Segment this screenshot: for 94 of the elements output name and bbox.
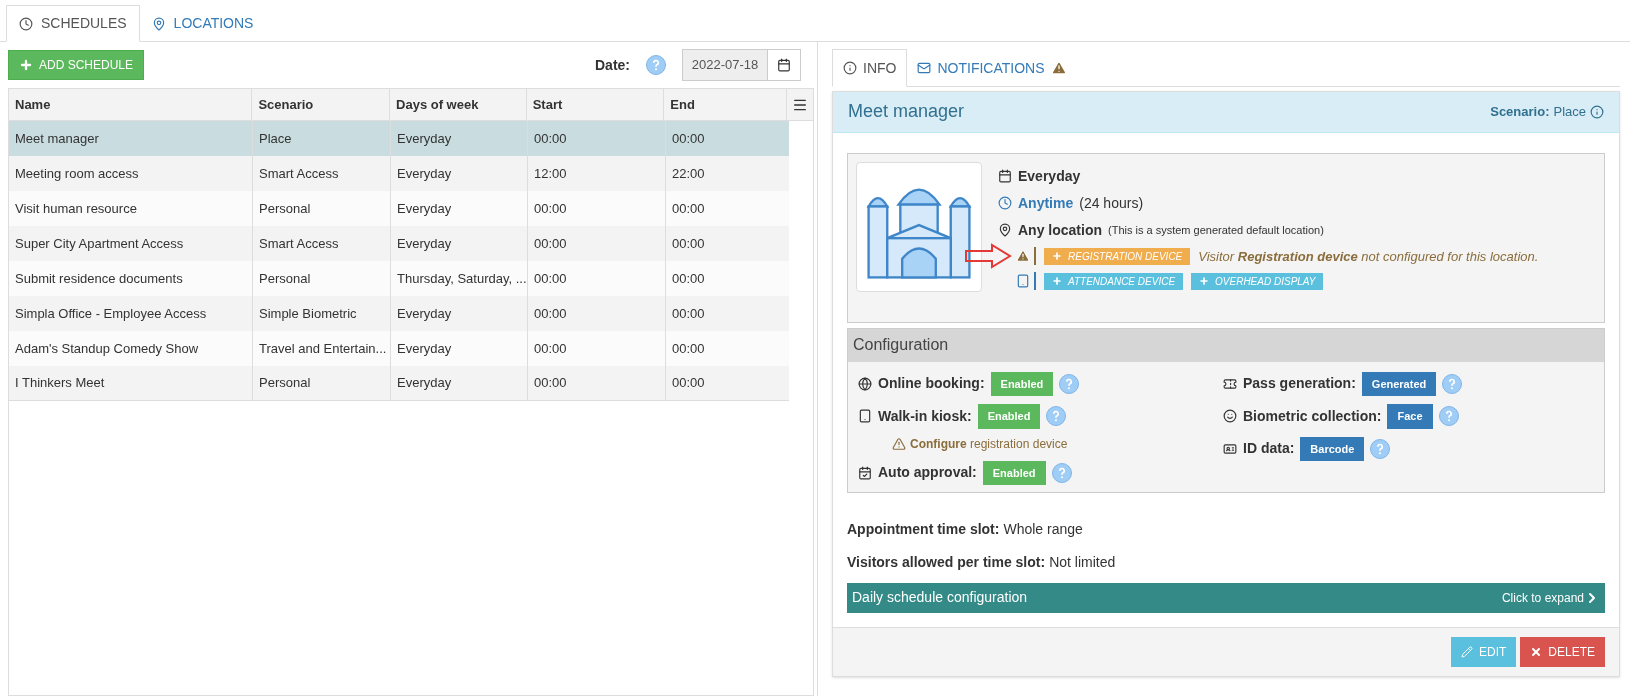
status-badge: Enabled [982,460,1046,485]
calendar-check-icon [858,465,872,480]
smiley-icon [1223,409,1237,424]
table-cell-text: 00:00 [671,199,706,218]
envelope-icon [917,61,932,75]
clock-icon [19,16,33,31]
tab[interactable]: LOCATIONS [139,5,266,42]
table-row[interactable]: Meeting room access Smart Access Everyday 12:00 22:00 [9,156,789,191]
config-label: Online booking: [878,374,985,394]
table-cell-text: 00:00 [671,304,706,323]
column-header[interactable]: End [664,89,788,120]
help-icon[interactable] [1438,406,1459,427]
tablet-icon [1016,274,1030,288]
config-label: Biometric collection: [1243,406,1382,426]
table-cell: Everyday [391,366,528,400]
scenario-value: Place [1553,103,1586,121]
id-card-icon [1223,441,1237,456]
section-title: Configuration [853,335,949,355]
calendar-button[interactable] [768,49,801,81]
tablet-icon [858,409,872,424]
table-cell-text: 00:00 [671,374,706,393]
location-text: Any location [1018,220,1102,240]
help-icon[interactable] [1046,406,1067,427]
warning-icon [1016,249,1030,264]
plus-icon [1052,276,1062,286]
table-row[interactable]: I Thinkers Meet Personal Everyday 00:00 00:00 [9,366,789,401]
calendar-icon [998,169,1012,183]
table-row[interactable]: Meet manager Place Everyday 00:00 00:00 [9,121,789,156]
expand-bar[interactable]: Daily schedule configuration Click to expand [847,582,1605,613]
ticket-icon [1223,376,1237,391]
table-cell: I Thinkers Meet [9,366,253,400]
config-label: Walk-in kiosk: [878,406,972,426]
clock-icon [998,196,1012,210]
pencil-icon [1460,645,1473,658]
field-label: Appointment time slot: [847,519,1000,539]
info-icon [843,61,857,75]
table-cell-text: 00:00 [671,129,706,148]
plus-icon [1052,251,1062,262]
status-badge: Barcode [1300,436,1365,461]
table-row[interactable]: Visit human resource Personal Everyday 00:00 00:00 [9,191,789,226]
scenario-label: Scenario: [1490,103,1550,121]
config-label: Pass generation: [1243,374,1356,394]
status-badge: Enabled [977,404,1041,429]
plus-icon [1199,276,1210,286]
column-header[interactable]: Start [526,89,665,120]
column-header[interactable]: Scenario [252,89,391,120]
warning-icon [1050,60,1067,76]
device-warning-text: Visitor Registration device not configured for this location. [1198,247,1539,266]
close-icon [1530,645,1543,658]
tab[interactable]: NOTIFICATIONS [907,49,1077,87]
days-text: Everyday [1018,166,1081,186]
help-icon[interactable] [1370,438,1391,459]
column-header[interactable]: Days of week [390,89,527,120]
time-text: Anytime [1018,193,1074,213]
table-row[interactable]: Super City Apartment Access Smart Access Everyday 00:00 00:00 [9,226,789,261]
column-header[interactable]: Name [9,89,253,120]
field-label: Visitors allowed per time slot: [847,552,1046,572]
status-badge: Face [1387,404,1433,429]
calendar-icon [777,58,791,72]
arrow-icon [964,242,1012,269]
globe-icon [858,376,872,391]
plus-icon [19,58,33,72]
time-note: (24 hours) [1079,193,1144,213]
table-cell-text: 22:00 [671,164,706,183]
warning-icon [892,436,906,451]
field-value: Whole range [1003,519,1083,539]
tab[interactable]: INFO [832,49,908,87]
tab[interactable]: SCHEDULES [6,5,140,42]
table-row[interactable]: Simpla Office - Employee Access Simple Biometric Everyday 00:00 00:00 [9,296,789,331]
help-icon[interactable] [646,55,666,75]
help-icon[interactable] [1442,373,1463,394]
field-value: Not limited [1049,552,1116,572]
table-cell-text: 00:00 [671,234,706,253]
location-note: (This is a system generated default location) [1108,222,1324,238]
table-cell: Personal [253,366,391,400]
table-row[interactable]: Submit residence documents Personal Thursday, Saturday, ... 00:00 00:00 [9,261,789,296]
configure-hint: Configure registration device [910,435,1068,453]
info-icon [1590,104,1604,119]
config-label: ID data: [1243,439,1295,459]
pin-icon [998,223,1012,237]
status-badge: Generated [1361,371,1437,396]
delete-button[interactable]: DELETE [1520,636,1605,667]
table-cell-text: 00:00 [671,339,706,358]
config-label: Auto approval: [878,463,977,483]
panel-title: Meet manager [848,100,965,124]
date-label: Date: [595,55,630,75]
table-cell-text: 00:00 [671,269,706,288]
help-icon[interactable] [1059,373,1080,394]
help-icon[interactable] [1051,462,1072,483]
status-badge: Enabled [990,371,1054,396]
table-cell: 00:00 [528,366,666,400]
pin-icon [151,16,166,31]
table-row[interactable]: Adam's Standup Comedy Show Travel and Entertain... Everyday 00:00 00:00 [9,331,789,366]
date-field[interactable]: 2022-07-18 [682,49,768,81]
